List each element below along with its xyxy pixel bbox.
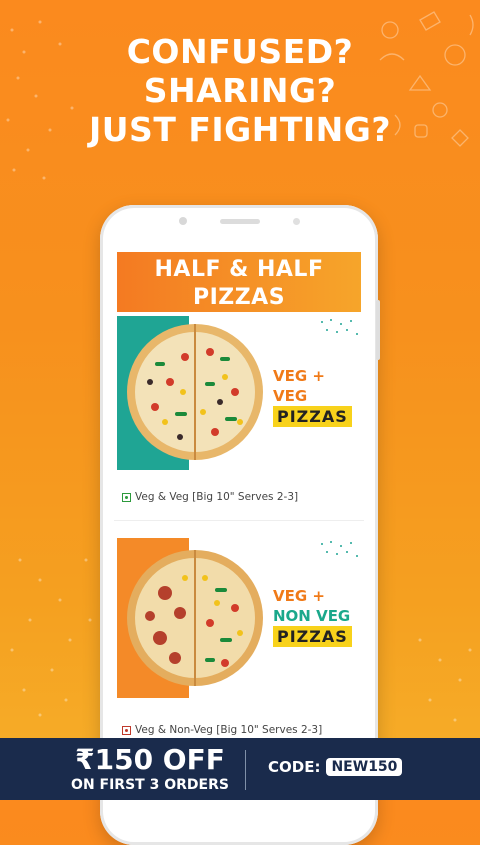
tag-line: VEG +	[273, 587, 325, 605]
tag-veg-nonveg: VEG + NON VEG PIZZAS	[273, 586, 352, 647]
caption-text: Veg & Non-Veg [Big 10" Serves 2-3]	[135, 724, 323, 736]
tag-line: VEG + VEG	[273, 367, 325, 405]
product-card-veg-veg[interactable]: VEG + VEG PIZZAS	[117, 316, 361, 480]
pizza-image	[127, 324, 263, 460]
banner-line-1: HALF & HALF	[154, 257, 324, 282]
offer-subtitle: ON FIRST 3 ORDERS	[71, 777, 229, 793]
tag-box: PIZZAS	[273, 626, 352, 647]
caption-veg-veg[interactable]: Veg & Veg [Big 10" Serves 2-3]	[122, 491, 298, 503]
product-card-veg-nonveg[interactable]: VEG + NON VEG PIZZAS	[117, 538, 361, 702]
dots-decoration	[321, 541, 358, 557]
caption-veg-nonveg[interactable]: Veg & Non-Veg [Big 10" Serves 2-3]	[122, 724, 322, 736]
phone-camera-icon	[179, 217, 187, 225]
headline-line-2: SHARING?	[143, 71, 337, 110]
headline-line-3: JUST FIGHTING?	[88, 110, 391, 149]
code-label: CODE:	[268, 758, 321, 776]
offer-divider	[245, 750, 246, 790]
tag-line-green: NON VEG	[273, 607, 351, 625]
pizza-image	[127, 550, 263, 686]
offer-amount: ₹150 OFF	[75, 743, 225, 776]
banner-line-2: PIZZAS	[192, 285, 286, 310]
caption-text: Veg & Veg [Big 10" Serves 2-3]	[135, 491, 299, 503]
dots-decoration	[321, 319, 358, 335]
half-half-banner: HALF & HALF PIZZAS	[117, 252, 361, 312]
veg-icon	[122, 492, 131, 502]
phone-sensor	[293, 218, 300, 225]
phone-speaker	[220, 219, 260, 224]
code-value[interactable]: NEW150	[326, 758, 403, 776]
tag-box: PIZZAS	[273, 406, 352, 427]
headline-line-1: CONFUSED?	[126, 32, 354, 71]
phone-screen: HALF & HALF PIZZAS VEG + VEG PIZZAS Veg …	[114, 248, 364, 748]
phone-side-button	[376, 300, 380, 360]
coupon-code: CODE: NEW150	[268, 758, 403, 776]
non-veg-icon	[122, 725, 131, 735]
divider	[114, 520, 364, 521]
offer-bar[interactable]: ₹150 OFF ON FIRST 3 ORDERS CODE: NEW150	[0, 738, 480, 800]
tag-veg-veg: VEG + VEG PIZZAS	[273, 366, 361, 427]
headline: CONFUSED? SHARING? JUST FIGHTING?	[0, 32, 480, 149]
